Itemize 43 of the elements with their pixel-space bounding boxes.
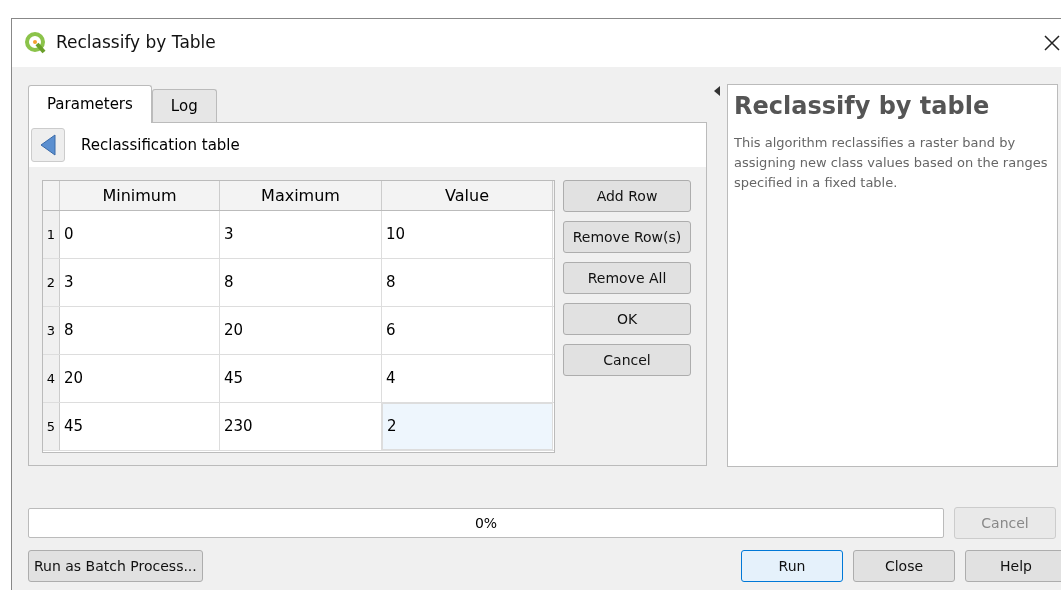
dialog-button[interactable]: Close [853, 550, 955, 582]
column-header[interactable]: Minimum [60, 181, 220, 210]
progress-reading: 0% [473, 513, 499, 533]
table-button[interactable]: Cancel [563, 344, 691, 376]
table-cell[interactable]: 20 [60, 355, 220, 402]
batch-process-button[interactable]: Run as Batch Process... [28, 550, 203, 582]
table-button[interactable]: Remove All [563, 262, 691, 294]
table-cell[interactable]: 8 [382, 259, 553, 306]
table-cell[interactable]: 8 [60, 307, 220, 354]
table-cell[interactable]: 45 [60, 403, 220, 450]
left-arrow-icon [39, 134, 57, 156]
table-button[interactable]: OK [563, 303, 691, 335]
table-cell[interactable]: 0 [60, 211, 220, 258]
column-header[interactable]: Value [382, 181, 553, 210]
row-header[interactable]: 4 [43, 355, 60, 402]
parameter-label: Reclassification table [81, 134, 240, 156]
table-cell[interactable]: 3 [60, 259, 220, 306]
close-icon[interactable] [1043, 34, 1061, 52]
table-cell[interactable]: 2 [382, 403, 553, 450]
row-header[interactable]: 3 [43, 307, 60, 354]
table-cell[interactable]: 8 [220, 259, 382, 306]
table-button[interactable]: Remove Row(s) [563, 221, 691, 253]
table-cell[interactable]: 3 [220, 211, 382, 258]
table-button[interactable]: Add Row [563, 180, 691, 212]
row-header[interactable]: 5 [43, 403, 60, 450]
tab[interactable]: Log [151, 89, 217, 122]
tab[interactable]: Parameters [28, 85, 152, 123]
table-cell[interactable]: 4 [382, 355, 553, 402]
column-header[interactable]: Maximum [220, 181, 382, 210]
dialog-button[interactable]: Help [965, 550, 1061, 582]
help-text: This algorithm reclassifies a raster band by assigning new class values based on the ranges specified in a fixed table. [734, 134, 1049, 192]
window-title: Reclassify by Table [56, 31, 216, 55]
row-header[interactable]: 2 [43, 259, 60, 306]
collapse-arrow-icon[interactable] [714, 86, 720, 96]
app-logo-icon [24, 31, 48, 55]
dialog-button[interactable]: Run [741, 550, 843, 582]
collapse-button[interactable] [31, 128, 65, 162]
table-cell[interactable]: 20 [220, 307, 382, 354]
table-cell[interactable]: 6 [382, 307, 553, 354]
table-cell[interactable]: 45 [220, 355, 382, 402]
table-cell[interactable]: 10 [382, 211, 553, 258]
help-title: Reclassify by table [734, 91, 991, 121]
row-header[interactable]: 1 [43, 211, 60, 258]
